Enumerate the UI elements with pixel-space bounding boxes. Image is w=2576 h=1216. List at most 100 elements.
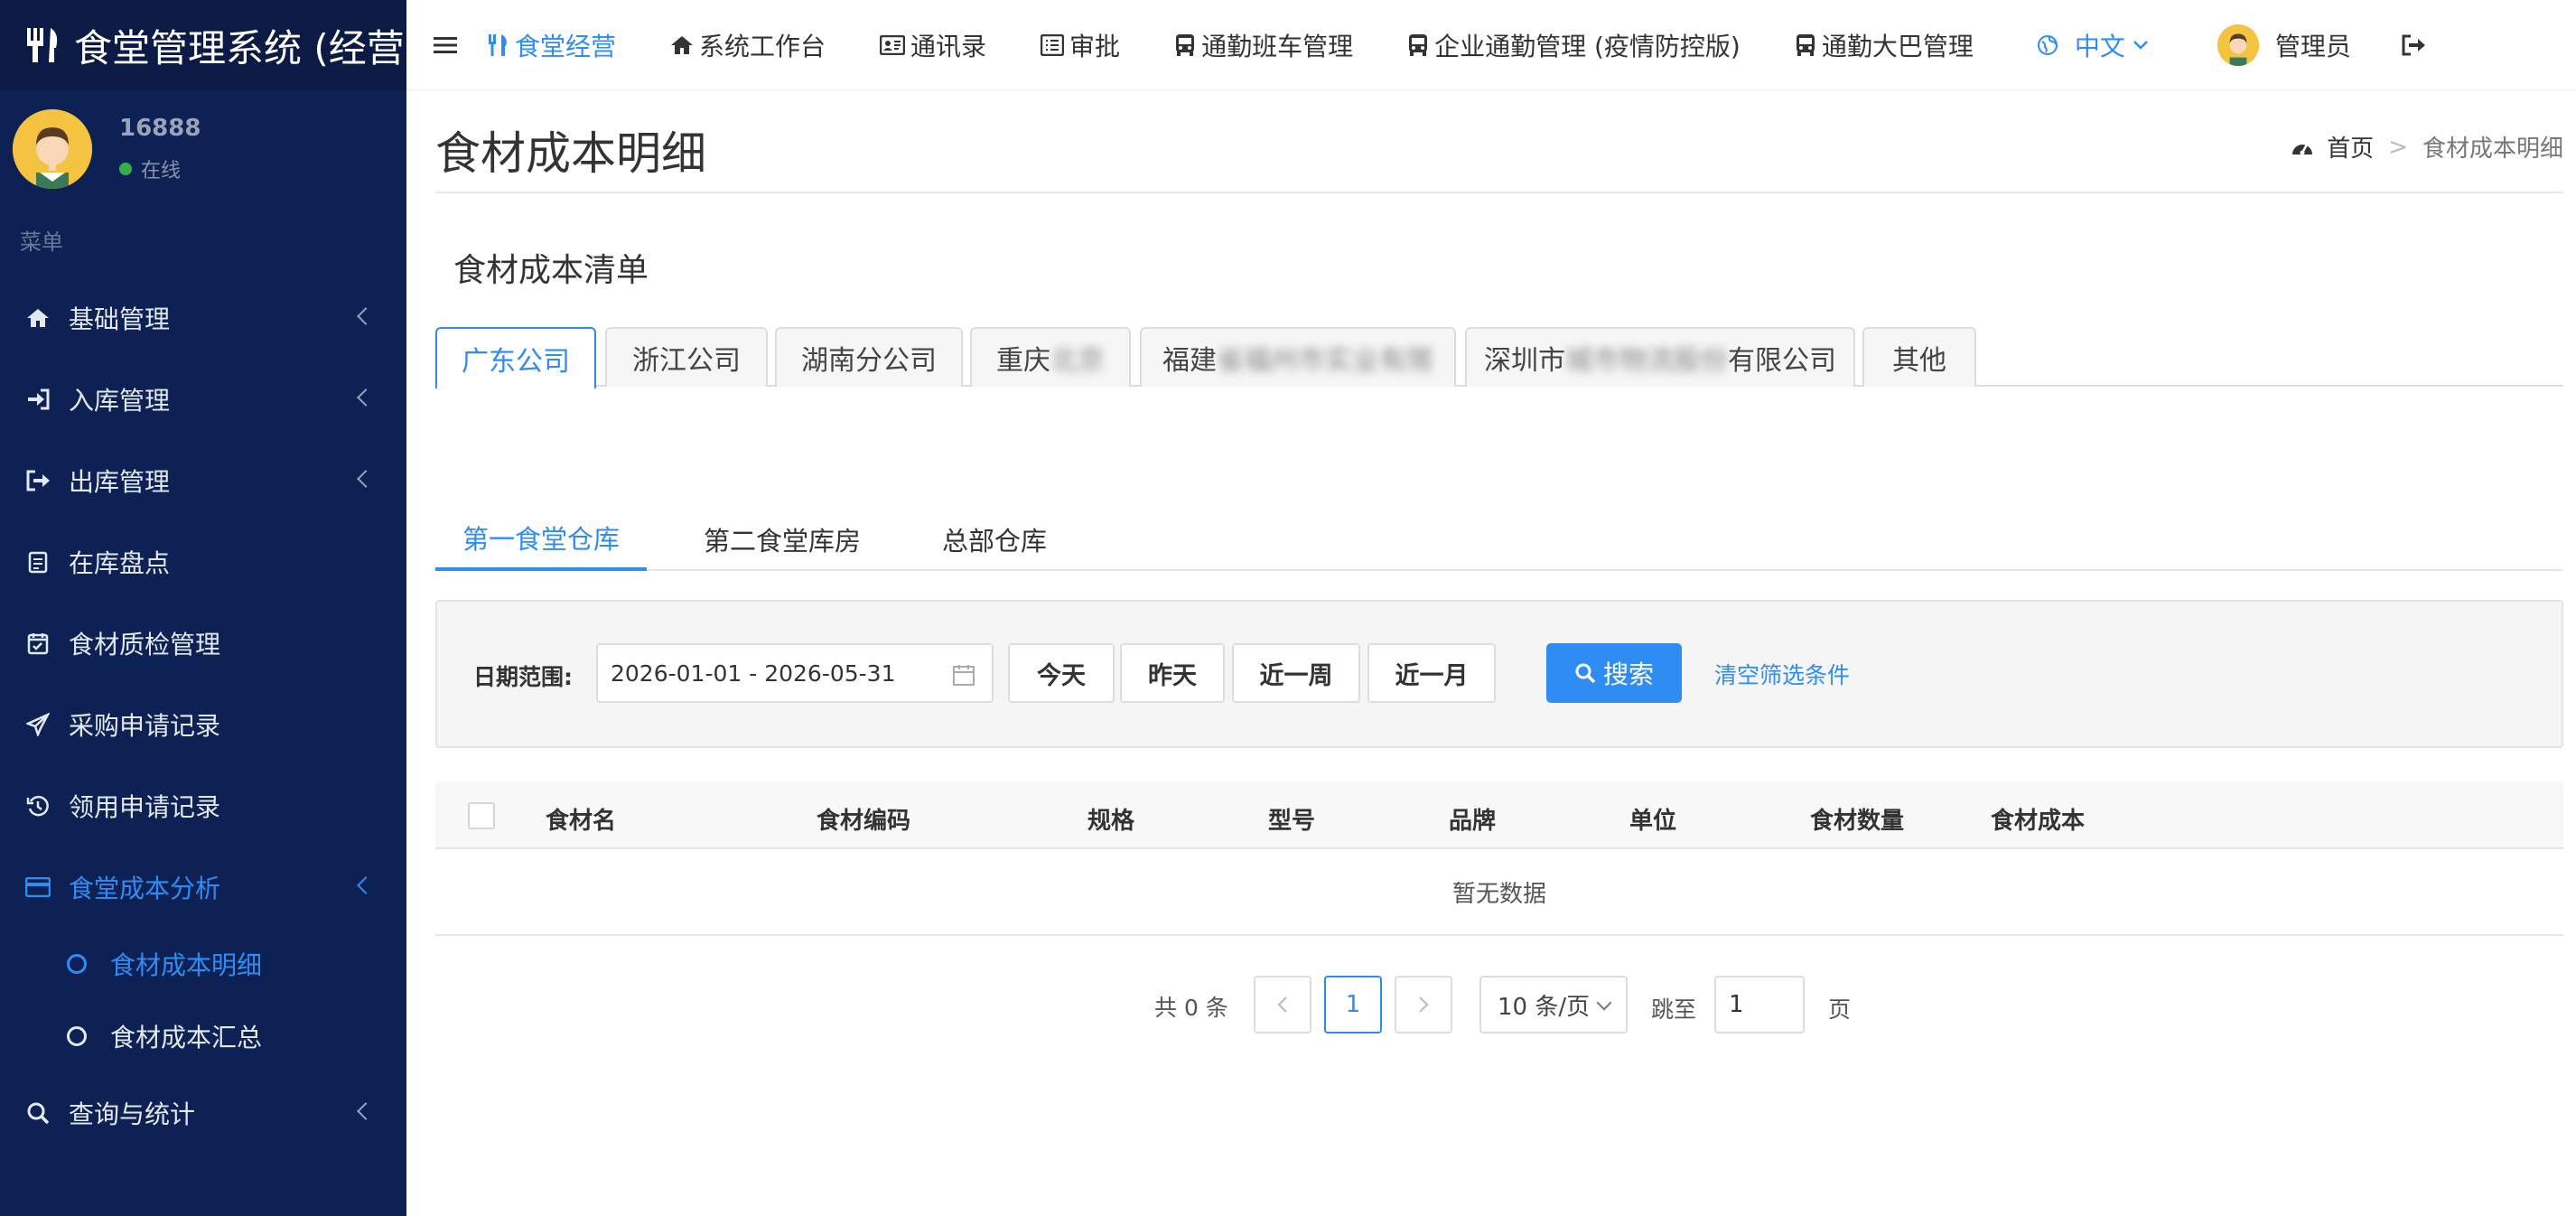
tab-warehouse-hq[interactable]: 总部仓库	[918, 508, 1071, 571]
tab-label: 福建	[1162, 345, 1217, 377]
button-label: 搜索	[1602, 659, 1654, 689]
tab-chongqing[interactable]: 重庆 北京	[970, 327, 1131, 387]
sidebar-item-cost-analysis[interactable]: 食堂成本分析	[0, 847, 406, 928]
topnav-shuttle[interactable]: 通勤班车管理	[1147, 0, 1380, 90]
logout-icon[interactable]	[2378, 0, 2458, 90]
jump-label: 跳至	[1651, 996, 1697, 1023]
yesterday-button[interactable]: 昨天	[1120, 643, 1225, 703]
bus-icon	[1796, 33, 1815, 56]
tab-warehouse-1[interactable]: 第一食堂仓库	[435, 508, 647, 571]
page-title: 食材成本明细	[435, 127, 706, 180]
app-logo[interactable]: 食堂管理系统 (经营	[0, 0, 406, 90]
circle-icon	[67, 954, 87, 974]
column-header[interactable]: 规格	[1087, 802, 1134, 836]
topnav-enterprise-commute[interactable]: 企业通勤管理 (疫情防控版)	[1380, 0, 1768, 90]
tab-other[interactable]: 其他	[1862, 327, 1976, 387]
tab-warehouse-2[interactable]: 第二食堂库房	[683, 508, 882, 571]
warehouse-tabs: 第一食堂仓库 第二食堂库房 总部仓库	[435, 508, 2563, 571]
jump-page-input[interactable]: 1	[1714, 976, 1805, 1034]
tab-hunan[interactable]: 湖南分公司	[775, 327, 963, 387]
top-navbar: 食堂经营 系统工作台 通讯录 审批 通勤班车管理 企业通勤管理 (疫情防控版) …	[406, 0, 2576, 90]
column-header[interactable]: 单位	[1629, 802, 1676, 836]
sidebar-item-label: 采购申请记录	[69, 711, 221, 741]
tab-label: 总部仓库	[941, 526, 1047, 557]
column-header[interactable]: 食材数量	[1810, 802, 1904, 836]
chevron-right-icon	[1419, 996, 1429, 1013]
search-button[interactable]: 搜索	[1546, 643, 1682, 703]
sidebar-item-quality[interactable]: 食材质检管理	[0, 603, 406, 684]
chevron-left-icon	[357, 1102, 375, 1120]
sidebar-item-purchase[interactable]: 采购申请记录	[0, 684, 406, 765]
column-header[interactable]: 食材编码	[817, 802, 910, 836]
admin-menu[interactable]: 管理员	[2181, 0, 2378, 90]
sidebar-subitem-label: 食材成本明细	[110, 950, 263, 980]
menu-toggle-icon[interactable]	[434, 0, 488, 90]
page-button[interactable]: 1	[1324, 976, 1382, 1034]
column-header[interactable]: 型号	[1268, 802, 1315, 836]
bus-icon	[1176, 33, 1195, 56]
sidebar-item-inventory[interactable]: 在库盘点	[0, 521, 406, 603]
chevron-left-icon	[1277, 996, 1287, 1013]
sidebar-item-label: 食堂成本分析	[69, 874, 221, 903]
column-header[interactable]: 食材成本	[1991, 802, 2085, 836]
topnav-canteen[interactable]: 食堂经营	[488, 0, 643, 90]
language-switcher[interactable]: 中文	[2001, 0, 2181, 90]
clear-filters-link[interactable]: 清空筛选条件	[1714, 658, 1850, 690]
circle-icon	[67, 1026, 87, 1046]
tab-label: 重庆	[996, 345, 1050, 377]
admin-name: 管理员	[2274, 31, 2351, 61]
app-title: 食堂管理系统 (经营	[74, 25, 405, 70]
select-all-checkbox[interactable]	[468, 802, 495, 829]
topnav-approval[interactable]: 审批	[1013, 0, 1147, 90]
topnav-label: 审批	[1069, 31, 1121, 61]
topnav-label: 通讯录	[910, 31, 987, 61]
cutlery-icon	[489, 33, 507, 56]
clipboard-icon	[25, 549, 51, 575]
topnav-contacts[interactable]: 通讯录	[853, 0, 1013, 90]
sign-out-icon	[25, 468, 51, 493]
menu-header: 菜单	[20, 229, 63, 255]
sidebar-item-label: 查询与统计	[69, 1099, 196, 1129]
prev-page-button[interactable]	[1254, 976, 1311, 1034]
avatar[interactable]	[13, 109, 92, 189]
sidebar-item-outbound[interactable]: 出库管理	[0, 440, 406, 521]
topnav-coach[interactable]: 通勤大巴管理	[1768, 0, 2001, 90]
page-size-value: 10 条/页	[1498, 993, 1591, 1021]
tab-shenzhen[interactable]: 深圳市 城市物流股份 有限公司	[1465, 327, 1855, 387]
tab-label: 浙江公司	[632, 345, 741, 377]
breadcrumb: 首页 > 食材成本明细	[2291, 130, 2563, 164]
sidebar-item-inbound[interactable]: 入库管理	[0, 359, 406, 440]
date-range-input[interactable]: 2026-01-01 - 2026-05-31	[596, 643, 994, 703]
sidebar-item-label: 出库管理	[69, 467, 171, 497]
tab-label: 广东公司	[462, 346, 570, 378]
sidebar-subitem-cost-detail[interactable]: 食材成本明细	[0, 928, 406, 1000]
topnav-label: 企业通勤管理 (疫情防控版)	[1434, 31, 1741, 61]
tab-fujian[interactable]: 福建 省福州市实业有限	[1140, 327, 1456, 387]
list-alt-icon	[1041, 33, 1065, 56]
sidebar-item-requisition[interactable]: 领用申请记录	[0, 765, 406, 847]
sidebar-item-query[interactable]: 查询与统计	[0, 1072, 406, 1154]
breadcrumb-home[interactable]: 首页	[2327, 130, 2374, 164]
today-button[interactable]: 今天	[1008, 643, 1115, 703]
last-week-button[interactable]: 近一周	[1232, 643, 1360, 703]
topnav-label: 通勤大巴管理	[1821, 31, 1974, 61]
page-size-select[interactable]: 10 条/页	[1479, 976, 1628, 1034]
redacted-text: 城市物流股份	[1565, 345, 1728, 377]
pagination-total: 共 0 条	[1154, 995, 1228, 1021]
next-page-button[interactable]	[1395, 976, 1452, 1034]
column-header[interactable]: 食材名	[546, 802, 616, 836]
last-month-button[interactable]: 近一月	[1367, 643, 1496, 703]
send-icon	[25, 712, 51, 737]
breadcrumb-current: 食材成本明细	[2422, 136, 2563, 163]
home-icon	[25, 305, 51, 331]
tab-zhejiang[interactable]: 浙江公司	[605, 327, 768, 387]
tab-guangdong[interactable]: 广东公司	[435, 327, 596, 388]
jump-page-value: 1	[1729, 991, 1744, 1018]
topnav-workbench[interactable]: 系统工作台	[643, 0, 853, 90]
column-header[interactable]: 品牌	[1449, 802, 1496, 836]
chevron-left-icon	[357, 876, 375, 894]
sidebar-item-basic[interactable]: 基础管理	[0, 277, 406, 359]
calendar-check-icon	[25, 631, 51, 656]
sidebar-subitem-cost-summary[interactable]: 食材成本汇总	[0, 1000, 406, 1072]
chevron-down-icon	[1596, 995, 1612, 1011]
